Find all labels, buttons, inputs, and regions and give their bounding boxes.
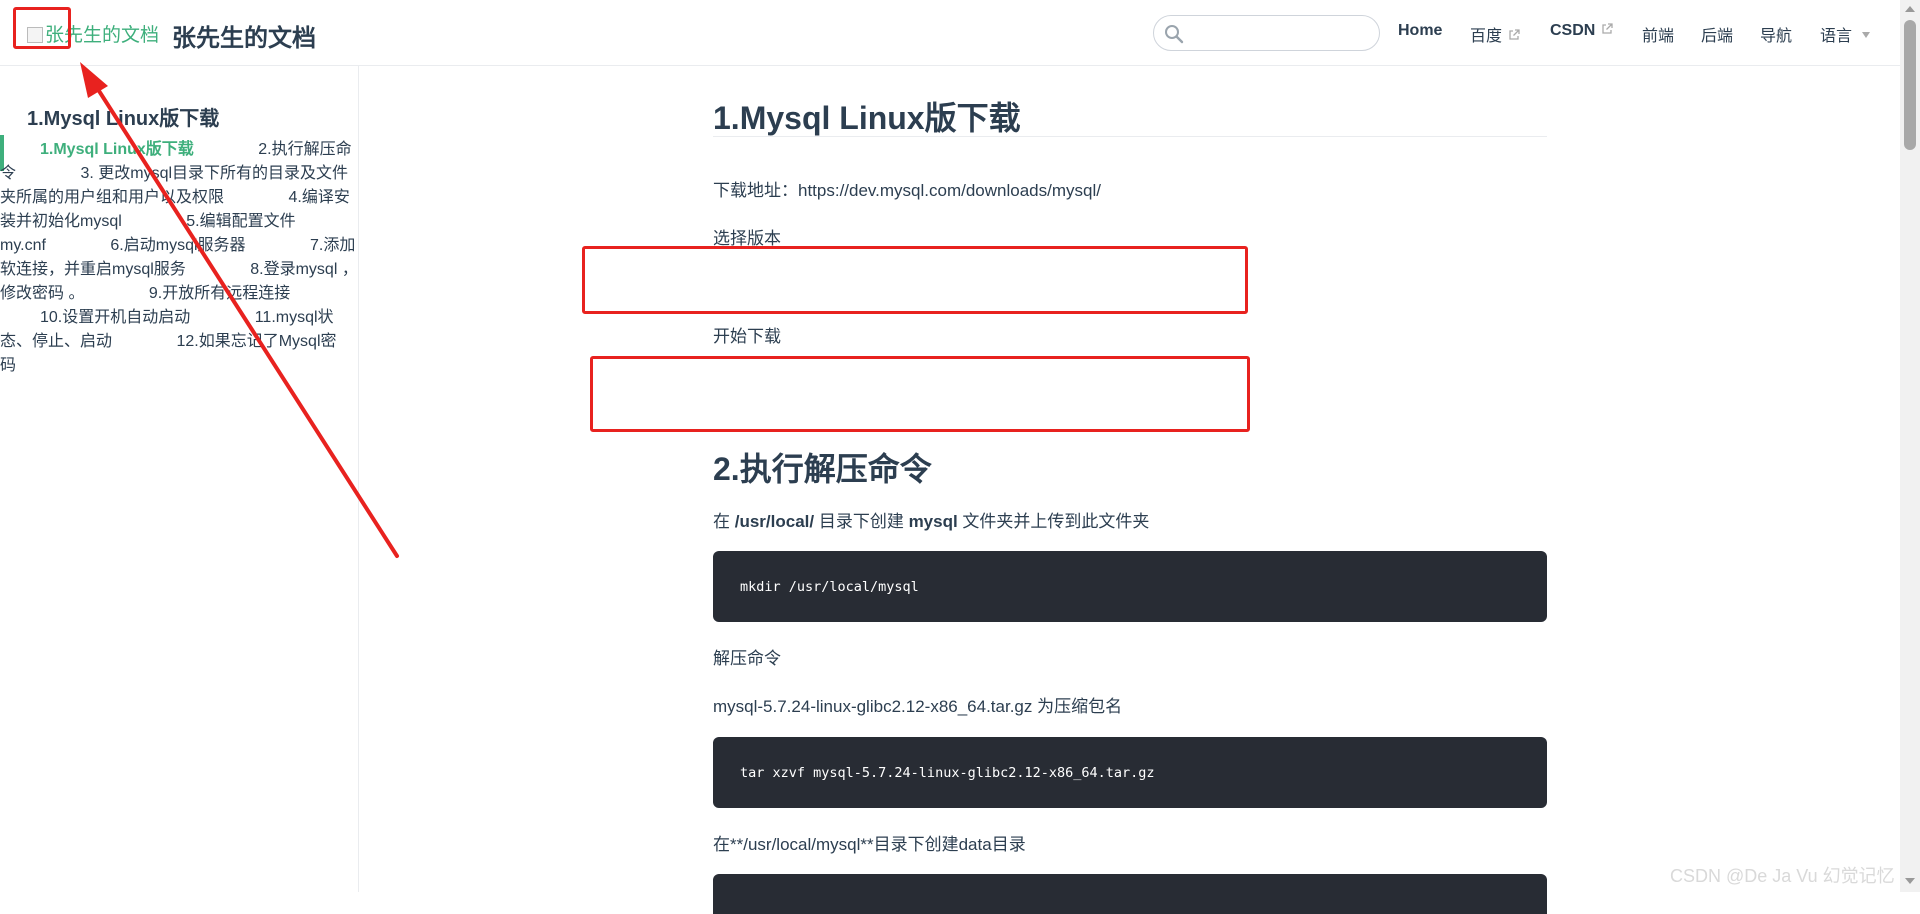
nav-baidu-label: 百度 xyxy=(1470,28,1503,45)
nav-csdn-label: CSDN xyxy=(1550,22,1596,39)
section-title-download: 1.Mysql Linux版下载 xyxy=(713,100,1021,136)
search-input[interactable] xyxy=(1192,22,1376,46)
search-box[interactable] xyxy=(1153,15,1380,51)
sidebar-item-1[interactable]: 1.Mysql Linux版下载 xyxy=(0,141,214,158)
section-divider xyxy=(713,136,1547,137)
nav-baidu[interactable]: 百度 xyxy=(1470,22,1520,46)
site-title[interactable]: 张先生的文档 xyxy=(172,18,316,53)
code-block-tar[interactable]: tar xzvf mysql-5.7.24-linux-glibc2.12-x8… xyxy=(713,737,1547,808)
sidebar-item-10[interactable]: 10.设置开机自动启动 xyxy=(0,309,210,326)
external-link-icon xyxy=(1602,23,1613,34)
external-link-icon xyxy=(1509,29,1520,40)
code-mkdir: mkdir /usr/local/mysql xyxy=(740,578,919,595)
create-folder-prefix: 在 xyxy=(713,512,735,531)
sidebar-list: 1.Mysql Linux版下载 2.执行解压命令 3. 更改mysql目录下所… xyxy=(0,138,359,378)
download-url-text: 下载地址：https://dev.mysql.com/downloads/mys… xyxy=(713,181,1101,200)
sidebar-item-6[interactable]: 6.启动mysql服务器 xyxy=(70,237,265,254)
sidebar-item-9[interactable]: 9.开放所有远程连接 xyxy=(109,285,310,302)
nav-language-label: 语言 xyxy=(1820,28,1853,45)
scrollbar[interactable] xyxy=(1900,0,1920,892)
chevron-down-icon xyxy=(1862,32,1871,38)
search-icon xyxy=(1165,25,1184,44)
section-title-unzip: 2.执行解压命令 xyxy=(713,451,932,487)
nav-frontend[interactable]: 前端 xyxy=(1642,22,1674,46)
annotation-box-download xyxy=(590,356,1250,432)
nav-home[interactable]: Home xyxy=(1398,22,1442,40)
dir-mysql: mysql xyxy=(908,512,958,531)
create-folder-text: 在 /usr/local/ 目录下创建 mysql 文件夹并上传到此文件夹 xyxy=(713,507,1149,532)
unzip-label: 解压命令 xyxy=(713,649,781,668)
annotation-box-version xyxy=(582,246,1248,314)
sidebar-heading[interactable]: 1.Mysql Linux版下载 xyxy=(27,102,219,131)
nav-backend[interactable]: 后端 xyxy=(1701,22,1733,46)
package-note: mysql-5.7.24-linux-glibc2.12-x86_64.tar.… xyxy=(713,697,1123,716)
code-block-mkdir[interactable]: mkdir /usr/local/mysql xyxy=(713,551,1547,622)
data-dir-note: 在**/usr/local/mysql**目录下创建data目录 xyxy=(713,835,1026,854)
create-folder-mid: 目录下创建 xyxy=(814,512,909,531)
nav-csdn[interactable]: CSDN xyxy=(1550,22,1613,40)
code-block-partial[interactable] xyxy=(713,874,1547,914)
sidebar: 1.Mysql Linux版下载 1.Mysql Linux版下载 2.执行解压… xyxy=(0,66,359,892)
annotation-box-logo xyxy=(13,7,71,49)
scroll-thumb[interactable] xyxy=(1904,20,1916,150)
create-folder-suffix: 文件夹并上传到此文件夹 xyxy=(957,512,1150,531)
code-tar: tar xzvf mysql-5.7.24-linux-glibc2.12-x8… xyxy=(740,764,1155,781)
navbar: 张先生的文档 张先生的文档 Home 百度 CSDN 前端 后端 导航 语言 xyxy=(0,0,1900,66)
scroll-up-icon[interactable] xyxy=(1905,6,1915,12)
nav-language-dropdown[interactable]: 语言 xyxy=(1820,22,1871,46)
path-usr-local: /usr/local/ xyxy=(734,512,815,531)
nav-navigation[interactable]: 导航 xyxy=(1760,22,1792,46)
scroll-down-icon[interactable] xyxy=(1905,878,1915,884)
watermark: CSDN @De Ja Vu 幻觉记忆 xyxy=(1670,866,1895,886)
start-download-text: 开始下载 xyxy=(713,327,781,346)
